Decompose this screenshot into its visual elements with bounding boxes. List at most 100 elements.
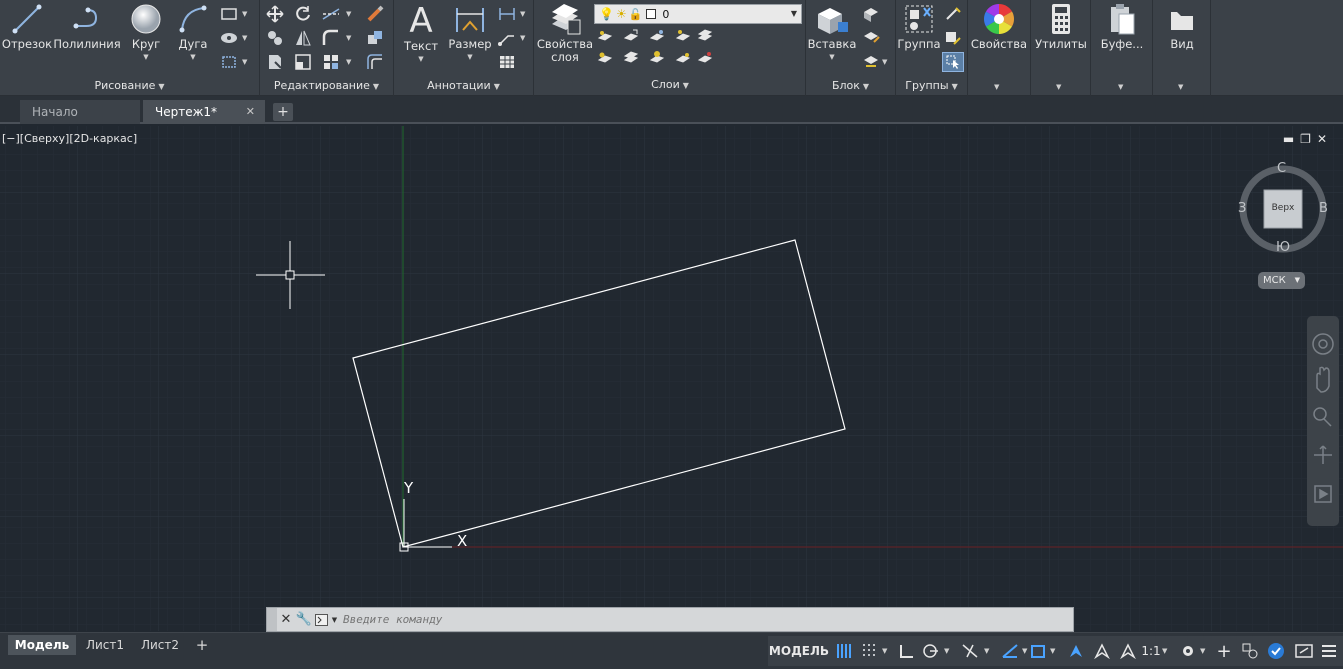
auto-scale-icon[interactable] bbox=[1090, 640, 1114, 662]
scale-icon[interactable] bbox=[292, 52, 314, 72]
units-icon[interactable] bbox=[1238, 640, 1262, 662]
ortho-mode-icon[interactable] bbox=[896, 640, 918, 662]
arc-icon bbox=[179, 5, 207, 33]
fillet-icon[interactable] bbox=[320, 28, 342, 48]
snap-mode-icon[interactable] bbox=[858, 640, 882, 662]
new-layout-button[interactable]: + bbox=[192, 635, 212, 655]
line-button[interactable]: Отрезок bbox=[1, 2, 53, 51]
panel-groups-title[interactable]: Группы ▼ bbox=[896, 78, 967, 94]
create-block-icon[interactable] bbox=[860, 4, 882, 24]
compass-north[interactable]: С bbox=[1277, 161, 1286, 176]
viewcube[interactable]: Верх С Ю В З bbox=[1236, 160, 1332, 256]
utilities-label: Утилиты bbox=[1035, 37, 1087, 51]
dimension-label: Размер bbox=[448, 37, 492, 51]
close-icon[interactable]: ✕ bbox=[1317, 132, 1333, 146]
grid-display-icon[interactable] bbox=[832, 640, 856, 662]
object-snap-tracking-icon[interactable] bbox=[958, 640, 982, 662]
steering-wheel-icon[interactable] bbox=[1312, 333, 1334, 355]
polyline-button[interactable]: Полилиния bbox=[53, 2, 121, 51]
properties-button[interactable]: Свойства bbox=[970, 2, 1028, 51]
panel-layers-title[interactable]: Слои ▼ bbox=[534, 77, 806, 93]
recent-commands-icon[interactable]: ▼ bbox=[313, 611, 339, 629]
rectangle-icon[interactable] bbox=[218, 4, 240, 24]
layer-dropdown[interactable]: 💡 ☀ 🔓 0 ▼ bbox=[594, 4, 802, 24]
trim-icon[interactable] bbox=[320, 4, 342, 24]
panel-annotation-title[interactable]: Аннотации ▼ bbox=[394, 78, 533, 94]
customize-wrench-icon[interactable]: 🔧 bbox=[295, 611, 313, 629]
compass-south[interactable]: Ю bbox=[1276, 240, 1290, 255]
quick-properties-icon[interactable] bbox=[1264, 640, 1288, 662]
panel-draw: Отрезок Полилиния Круг ▼ Дуга ▼ ▼ ▼ ▼ Ри… bbox=[0, 0, 260, 96]
circle-label: Круг bbox=[131, 37, 161, 51]
restore-icon[interactable]: ❐ bbox=[1300, 132, 1317, 146]
minimize-icon[interactable]: ▬ bbox=[1283, 132, 1300, 146]
view-button[interactable]: Вид bbox=[1155, 2, 1209, 51]
arc-button[interactable]: Дуга ▼ bbox=[172, 2, 214, 64]
tab-sheet1[interactable]: Лист1 bbox=[80, 635, 130, 655]
circle-button[interactable]: Круг ▼ bbox=[126, 2, 166, 64]
ungroup-icon[interactable] bbox=[942, 4, 964, 24]
autocad-window: Отрезок Полилиния Круг ▼ Дуга ▼ ▼ ▼ ▼ Ри… bbox=[0, 0, 1343, 669]
annotation-scale-icon[interactable] bbox=[1116, 640, 1140, 662]
drawing-area[interactable]: Y X [−][Сверху][2D-каркас] ▬❐✕ Верх С Ю … bbox=[0, 126, 1343, 631]
layer-properties-button[interactable]: Свойства слоя bbox=[536, 2, 594, 64]
utilities-button[interactable]: Утилиты bbox=[1033, 2, 1089, 51]
customization-menu-icon[interactable] bbox=[1318, 640, 1340, 662]
annotation-scale-value[interactable]: 1:1 bbox=[1140, 640, 1162, 662]
mirror-icon[interactable] bbox=[292, 28, 314, 48]
move-icon[interactable] bbox=[264, 4, 286, 24]
new-tab-button[interactable]: + bbox=[273, 103, 293, 121]
annotation-monitor-icon[interactable]: + bbox=[1212, 640, 1236, 662]
group-button[interactable]: Группа bbox=[896, 2, 942, 51]
close-tab-icon[interactable]: ✕ bbox=[246, 100, 255, 124]
panel-block-title[interactable]: Блок ▼ bbox=[806, 78, 895, 94]
region-icon[interactable] bbox=[218, 52, 240, 72]
array-icon[interactable] bbox=[320, 52, 342, 72]
zoom-icon[interactable] bbox=[1313, 407, 1327, 421]
compass-east[interactable]: В bbox=[1319, 201, 1328, 216]
tab-model[interactable]: Модель bbox=[8, 635, 76, 655]
model-space-button[interactable]: МОДЕЛЬ bbox=[768, 640, 830, 662]
insert-block-button[interactable]: Вставка ▼ bbox=[808, 2, 856, 64]
edit-block-icon[interactable] bbox=[860, 28, 882, 48]
workspace-gear-icon[interactable] bbox=[1176, 640, 1200, 662]
command-input[interactable] bbox=[339, 613, 1039, 626]
close-command-icon[interactable]: ✕ bbox=[277, 611, 295, 629]
panel-modify-title[interactable]: Редактирование ▼ bbox=[260, 78, 393, 94]
linear-dim-icon[interactable] bbox=[496, 4, 518, 24]
tab-start[interactable]: Начало bbox=[20, 100, 140, 124]
clean-screen-icon[interactable] bbox=[1292, 640, 1316, 662]
rotate-icon[interactable] bbox=[292, 4, 314, 24]
panel-groups: Группа Группы ▼ bbox=[896, 0, 968, 96]
model-space[interactable]: Y X bbox=[0, 126, 1343, 631]
leader-icon[interactable] bbox=[496, 28, 518, 48]
text-button[interactable]: A Текст ▼ bbox=[400, 2, 442, 66]
offset-icon[interactable] bbox=[364, 52, 386, 72]
wcs-menu-button[interactable]: МСК ▼ bbox=[1258, 272, 1305, 289]
block-attribute-icon[interactable] bbox=[860, 52, 882, 72]
group-edit-icon[interactable] bbox=[942, 28, 964, 48]
clipboard-button[interactable]: Буфе... bbox=[1093, 2, 1151, 51]
pan-icon[interactable] bbox=[1316, 366, 1330, 393]
viewport-window-controls[interactable]: ▬❐✕ bbox=[1283, 132, 1333, 146]
viewport-controls[interactable]: [−][Сверху][2D-каркас] bbox=[2, 132, 137, 145]
tab-drawing[interactable]: Чертеж1* ✕ bbox=[143, 100, 265, 124]
tab-sheet2[interactable]: Лист2 bbox=[134, 635, 186, 655]
command-line-grip[interactable] bbox=[267, 608, 277, 631]
compass-west[interactable]: З bbox=[1238, 201, 1246, 216]
polar-tracking-icon[interactable] bbox=[920, 640, 942, 662]
annotation-visibility-icon[interactable] bbox=[1064, 640, 1088, 662]
copy-icon[interactable] bbox=[264, 28, 286, 48]
hatch-icon[interactable] bbox=[218, 28, 240, 48]
group-selection-icon[interactable] bbox=[942, 52, 964, 72]
explode-icon[interactable] bbox=[364, 28, 386, 48]
stretch-icon[interactable] bbox=[264, 52, 286, 72]
line-label: Отрезок bbox=[1, 37, 53, 51]
erase-icon[interactable] bbox=[364, 4, 386, 24]
selection-cycling-icon[interactable] bbox=[1026, 640, 1050, 662]
dimension-button[interactable]: Размер ▼ bbox=[446, 2, 494, 64]
panel-draw-title[interactable]: Рисование ▼ bbox=[0, 78, 259, 94]
lineweight-icon[interactable] bbox=[998, 640, 1022, 662]
orbit-icon[interactable] bbox=[1314, 446, 1332, 464]
table-icon[interactable] bbox=[496, 52, 518, 72]
